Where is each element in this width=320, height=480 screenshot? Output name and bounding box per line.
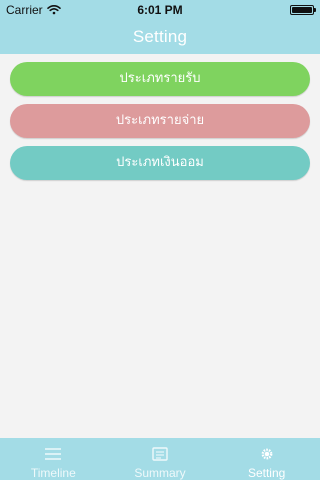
income-category-button[interactable]: ประเภทรายรับ [10,62,310,96]
tab-timeline-label: Timeline [30,466,76,480]
category-list: ประเภทรายรับ ประเภทรายจ่าย ประเภทเงินออม [10,62,310,188]
timeline-icon [45,448,62,460]
tab-timeline[interactable]: Timeline [0,438,107,480]
tab-summary-label: Summary [134,466,186,480]
settings-icon [261,448,273,460]
page-title: Setting [132,27,188,46]
expense-category-button[interactable]: ประเภทรายจ่าย [10,104,310,138]
tab-bar: Timeline Summary Setting [0,438,320,480]
status-bar: Carrier 6:01 PM [0,0,320,20]
savings-category-button[interactable]: ประเภทเงินออม [10,146,310,180]
battery-icon [290,5,316,15]
tab-setting[interactable]: Setting [213,438,320,480]
status-time: 6:01 PM [137,3,183,17]
tab-setting-label: Setting [247,466,286,480]
summary-icon [152,447,168,461]
tab-summary[interactable]: Summary [107,438,214,480]
header-bar: Carrier 6:01 PM Setting [0,0,320,54]
battery-level-fill [292,7,312,13]
